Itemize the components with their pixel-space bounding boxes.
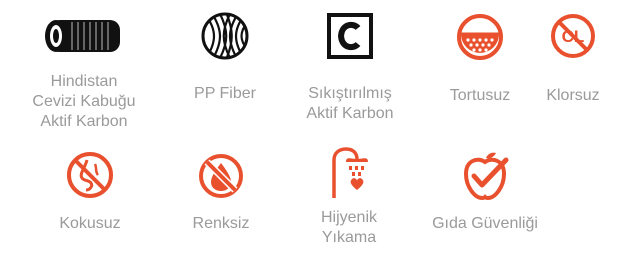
feature-label-food-safety: Gıda Güvenliği [420,214,550,234]
feature-hygienic-wash: Hijyenik Yıkama [284,146,414,248]
label-line: Gıda Güvenliği [432,215,538,232]
feature-chlorine-free: CL Klorsuz [508,12,638,106]
carbon-cylinder-icon [45,20,120,52]
fiber-ball-icon [201,12,249,60]
shower-heart-icon [332,147,368,198]
label-line: Aktif Karbon [40,113,128,130]
feature-label-pp-fiber: PP Fiber [160,84,290,104]
sediment-filter-icon [457,14,503,60]
label-line: Hijyenik [320,209,377,226]
feature-odorless: Kokusuz [25,150,155,234]
feature-label-coconut-carbon: Hindistan Cevizi Kabuğu Aktif Karbon [19,72,149,132]
label-line: PP Fiber [194,85,256,102]
feature-label-odorless: Kokusuz [25,214,155,234]
label-line: Aktif Karbon [306,105,394,122]
feature-pp-fiber: PP Fiber [160,10,290,104]
label-line: Hindistan [50,73,118,90]
features-panel: { "features": [ {"id": "coconut-carbon",… [0,0,638,269]
label-line: Renksiz [192,215,250,232]
no-color-drop-icon [199,154,243,198]
label-line: Yıkama [321,229,377,246]
no-odor-icon [67,152,113,198]
feature-label-compressed-carbon: Sıkıştırılmış Aktif Karbon [285,84,415,124]
feature-coconut-carbon: Hindistan Cevizi Kabuğu Aktif Karbon [19,14,149,132]
feature-compressed-carbon: Sıkıştırılmış Aktif Karbon [285,12,415,124]
label-line: Cevizi Kabuğu [32,93,136,110]
no-chlorine-icon: CL [551,14,595,58]
feature-label-chlorine-free: Klorsuz [508,86,638,106]
feature-label-hygienic-wash: Hijyenik Yıkama [284,208,414,248]
label-line: Sıkıştırılmış [308,85,392,102]
feature-colorless: Renksiz [156,152,286,234]
feature-label-colorless: Renksiz [156,214,286,234]
feature-food-safety: Gıda Güvenliği [420,150,550,234]
c-block-icon [327,13,373,59]
label-line: Kokusuz [59,215,121,232]
apple-check-icon [463,152,509,201]
label-line: Klorsuz [546,87,600,104]
